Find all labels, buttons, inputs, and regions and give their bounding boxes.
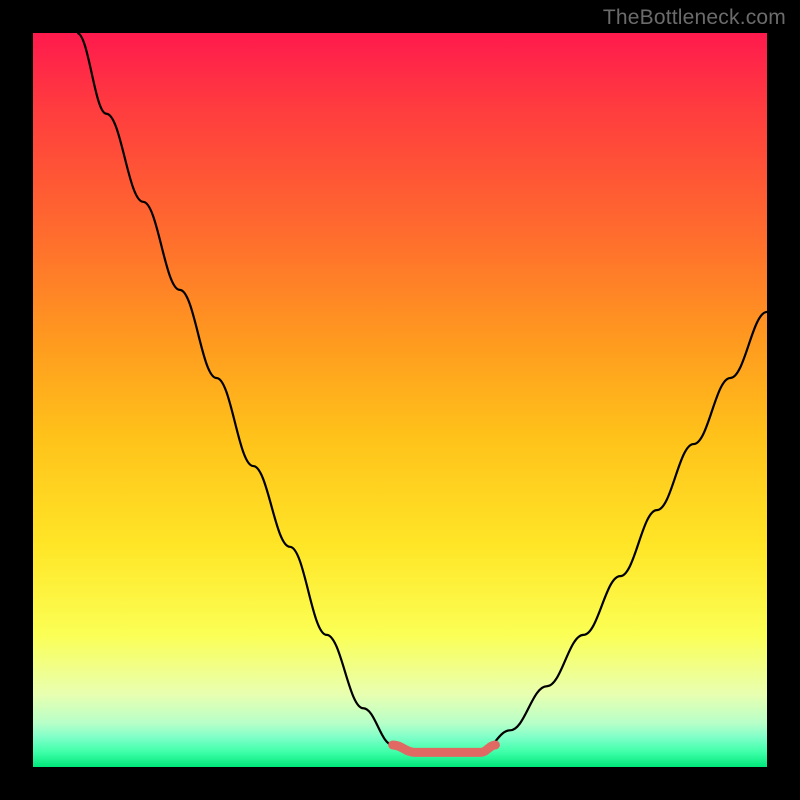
chart-frame: TheBottleneck.com xyxy=(0,0,800,800)
left-curve-path xyxy=(77,33,415,752)
bottom-highlight-path xyxy=(393,745,496,752)
right-curve-path xyxy=(481,312,767,752)
chart-svg xyxy=(33,33,767,767)
series-paths xyxy=(77,33,767,752)
watermark-text: TheBottleneck.com xyxy=(603,6,786,30)
